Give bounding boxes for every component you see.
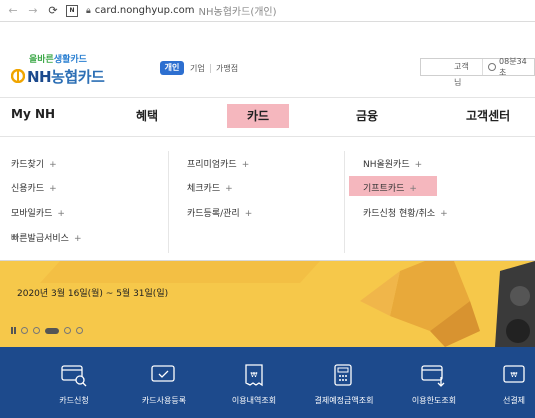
card-check-icon: [151, 365, 175, 382]
lock-icon[interactable]: 🔒︎: [86, 6, 91, 16]
quick-item-usage-history[interactable]: ₩ 이용내역조회: [214, 363, 294, 406]
slogan-part2: 생활카드: [53, 55, 87, 65]
pager-dot-active[interactable]: [45, 327, 59, 334]
clock-icon: [488, 63, 497, 71]
svg-text:₩: ₩: [251, 371, 258, 379]
receipt-icon: ₩: [245, 364, 263, 387]
quick-item-prepay[interactable]: ₩ 선결제: [484, 363, 535, 406]
plus-icon: +: [49, 184, 57, 194]
quick-item-label: 카드신청: [59, 396, 89, 405]
submenu-item-quick-issue[interactable]: 빠른발급서비스 +: [11, 231, 82, 244]
pager-dot[interactable]: [64, 327, 71, 334]
quick-item-label: 카드사용등록: [141, 396, 187, 405]
browser-toolbar: ← → ⟳ N 🔒︎ card.nonghyup.com NH농협카드(개인): [0, 0, 535, 22]
promo-banner[interactable]: 2020년 3월 16일(월) ~ 5월 31일(일): [0, 261, 535, 347]
prepay-icon: ₩: [503, 365, 525, 383]
banner-illustration: [0, 261, 535, 347]
submenu-label: 신용카드: [11, 184, 45, 194]
persona-tab-personal[interactable]: 개인: [160, 61, 184, 75]
logo-card-text: 농협카드: [51, 68, 105, 86]
submenu-item-premium-card[interactable]: 프리미엄카드 +: [187, 157, 249, 170]
plus-icon: +: [409, 184, 417, 194]
persona-tab-merchant[interactable]: 가맹점: [216, 63, 238, 74]
plus-icon: +: [244, 209, 253, 219]
nh-logo-icon[interactable]: [11, 69, 25, 83]
quick-item-card-register[interactable]: 카드사용등록: [124, 363, 204, 406]
slogan-part1: 올바른: [29, 55, 54, 65]
pager-dot[interactable]: [76, 327, 83, 334]
plus-icon: +: [57, 209, 65, 219]
submenu-item-find-card[interactable]: 카드찾기 +: [11, 157, 57, 170]
plus-icon: +: [414, 160, 423, 170]
address-bar-host[interactable]: card.nonghyup.com: [95, 5, 195, 16]
plus-icon: +: [49, 160, 57, 170]
banner-pager: [11, 327, 83, 334]
submenu-item-credit-card[interactable]: 신용카드 +: [11, 181, 57, 194]
reload-icon[interactable]: ⟳: [46, 4, 60, 18]
submenu-item-application-status[interactable]: 카드신청 현황/취소 +: [363, 206, 448, 219]
gnb-item-finance[interactable]: 금융: [356, 107, 378, 124]
quick-item-label: 선결제: [502, 396, 526, 405]
address-bar-title[interactable]: NH농협카드(개인): [199, 3, 277, 18]
persona-tab-business[interactable]: 기업: [190, 63, 205, 74]
submenu-item-check-card[interactable]: 체크카드 +: [187, 181, 233, 194]
logo-slogan: 올바른생활카드: [29, 52, 87, 65]
card-limit-icon: [421, 365, 445, 387]
gnb-item-customer-center[interactable]: 고객센터: [466, 107, 510, 124]
site-header: 올바른생활카드 NH농협카드 개인 기업 가맹점 고객님 08분34초: [0, 22, 535, 97]
quick-menu: 카드신청 카드사용등록 ₩ 이용내역조회 결제예정금액조회 이용한도조회 ₩ 선…: [0, 347, 535, 418]
quick-item-card-apply[interactable]: 카드신청: [34, 363, 114, 406]
plus-icon: +: [225, 184, 233, 194]
svg-text:₩: ₩: [511, 371, 518, 379]
quick-item-limit-check[interactable]: 이용한도조회: [394, 363, 474, 406]
submenu-label: 모바일카드: [11, 209, 53, 219]
submenu-label: 카드신청 현황/취소: [363, 209, 436, 219]
submenu-item-card-manage[interactable]: 카드등록/관리 +: [187, 206, 252, 219]
submenu-item-gift-card[interactable]: 기프트카드 +: [363, 181, 417, 194]
gnb-item-mynh[interactable]: My NH: [11, 107, 55, 121]
site-favicon-icon: N: [66, 4, 78, 17]
gnb-item-card[interactable]: 카드: [227, 104, 289, 128]
plus-icon: +: [440, 209, 448, 219]
submenu-label: 빠른발급서비스: [11, 234, 69, 244]
calculator-icon: [334, 364, 352, 386]
quick-item-label: 이용한도조회: [411, 396, 457, 405]
persona-divider: [210, 64, 211, 73]
back-arrow-icon[interactable]: ←: [6, 4, 20, 18]
submenu-item-mobile-card[interactable]: 모바일카드 +: [11, 206, 65, 219]
banner-date: 2020년 3월 16일(월) ~ 5월 31일(일): [17, 289, 169, 299]
plus-icon: +: [73, 234, 82, 244]
session-timer-text: 08분34초: [499, 57, 527, 77]
pause-icon[interactable]: [11, 327, 16, 334]
quick-item-payment-due[interactable]: 결제예정금액조회: [304, 363, 384, 406]
submenu-label: 기프트카드: [363, 184, 405, 194]
pager-dot[interactable]: [33, 327, 40, 334]
gnb-item-benefits[interactable]: 혜택: [136, 107, 158, 124]
quick-item-label: 이용내역조회: [231, 396, 277, 405]
column-divider: [344, 151, 345, 253]
submenu-label: 카드등록/관리: [187, 209, 240, 219]
submenu-label: NH올원카드: [363, 160, 410, 170]
global-nav: My NH 혜택 카드 금융 고객센터: [0, 97, 535, 137]
plus-icon: +: [241, 160, 250, 170]
card-search-icon: [61, 365, 87, 387]
session-timer[interactable]: 08분34초: [483, 56, 534, 78]
forward-arrow-icon[interactable]: →: [26, 4, 40, 18]
submenu-label: 체크카드: [187, 184, 221, 194]
session-box: 고객님 08분34초: [420, 56, 535, 87]
submenu-label: 카드찾기: [11, 160, 45, 170]
submenu-label: 프리미엄카드: [187, 160, 237, 170]
quick-item-label: 결제예정금액조회: [314, 396, 374, 405]
logo-nh-text: NH: [27, 68, 52, 86]
submenu-item-allone-card[interactable]: NH올원카드 +: [363, 157, 422, 170]
column-divider: [168, 151, 169, 253]
user-greeting[interactable]: 고객님: [421, 59, 484, 87]
pager-dot[interactable]: [21, 327, 28, 334]
site-logo[interactable]: NH농협카드: [27, 66, 105, 87]
